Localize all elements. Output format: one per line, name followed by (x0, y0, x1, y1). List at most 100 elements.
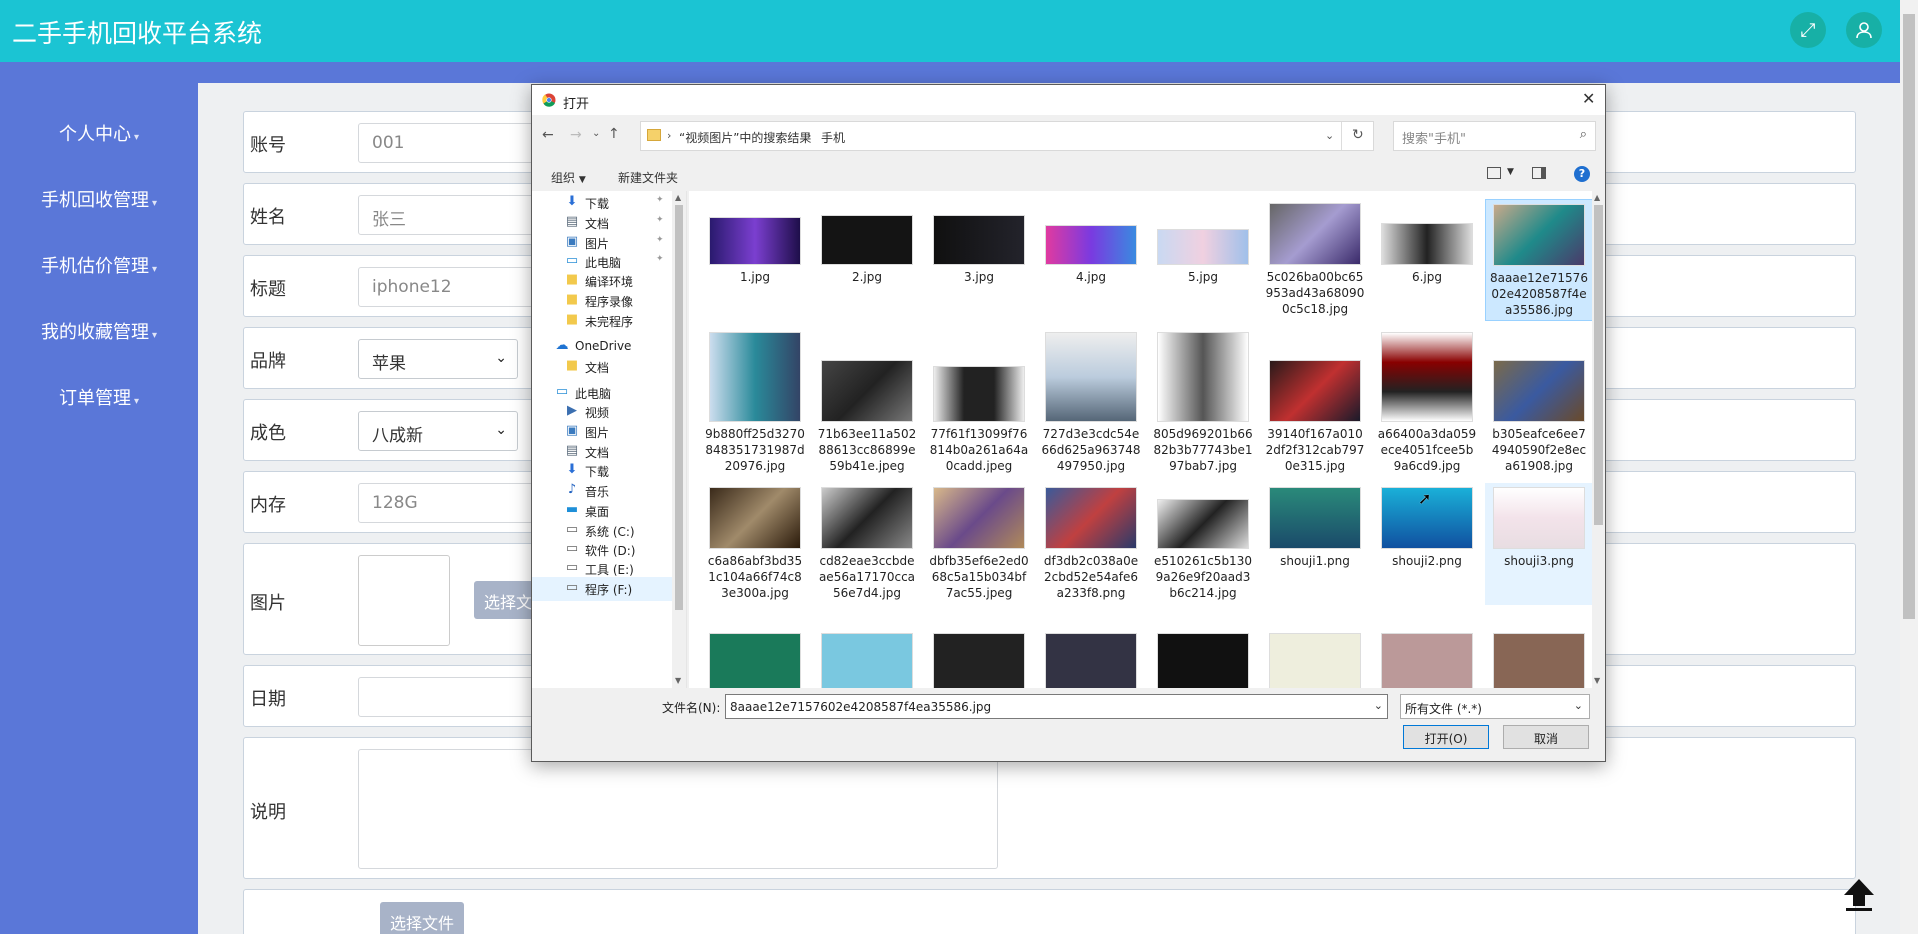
file-item[interactable]: df3db2c038a0e2cbd52e54afe6a233f8.png (1037, 483, 1145, 605)
new-folder-button[interactable]: 新建文件夹 (618, 169, 678, 186)
search-icon: ⌕ (1579, 127, 1587, 142)
help-icon[interactable]: ? (1574, 166, 1590, 182)
back-to-top-icon[interactable] (1840, 876, 1878, 912)
file-item[interactable]: 4.jpg (1037, 199, 1145, 321)
chevron-down-icon: ⌄ (1573, 699, 1583, 712)
forward-arrow-icon[interactable]: → (570, 127, 582, 143)
sidebar-item-phone-valuation[interactable]: 手机估价管理 ▾ (0, 252, 198, 278)
nav-item-label: 文档 (585, 217, 610, 231)
file-item[interactable]: 3.jpg (925, 199, 1033, 321)
file-item[interactable]: shouji3.png (1485, 483, 1592, 605)
page-scrollbar[interactable] (1900, 0, 1918, 934)
file-thumbnail-partial[interactable] (1381, 633, 1473, 688)
file-thumbnail-partial[interactable] (1493, 633, 1585, 688)
filename-input[interactable]: 8aaae12e7157602e4208587f4ea35586.jpg ⌄ (725, 694, 1388, 719)
file-thumbnail (709, 332, 801, 422)
cancel-button[interactable]: 取消 (1503, 725, 1589, 749)
file-thumbnail-partial[interactable] (933, 633, 1025, 688)
choose-file-button[interactable]: 选择文件 (380, 902, 465, 934)
file-item[interactable]: 727d3e3cdc54e66d625a963748497950.jpg (1037, 326, 1145, 476)
file-item[interactable]: 8aaae12e7157602e4208587f4ea35586.jpg (1485, 199, 1592, 321)
file-item[interactable]: 77f61f13099f76814b0a261a64a0cadd.jpeg (925, 326, 1033, 476)
nav-item[interactable]: ▭ 程序 (F:) (532, 577, 686, 601)
file-item[interactable]: 6.jpg (1373, 199, 1481, 321)
nav-item[interactable]: ■ 未完程序 (532, 309, 686, 333)
file-item[interactable]: cd82eae3ccbdeae56a17170cca56e7d4.jpg (813, 483, 921, 605)
file-item[interactable]: 9b880ff25d3270848351731987d20976.jpg (701, 326, 809, 476)
file-item[interactable]: dbfb35ef6e2ed068c5a15b034bf7ac55.jpeg (925, 483, 1033, 605)
breadcrumb-phone[interactable]: 手机 (821, 129, 845, 146)
desktop-icon: ▬ (565, 502, 579, 517)
file-name: shouji3.png (1504, 554, 1574, 568)
file-thumbnail-partial[interactable] (821, 633, 913, 688)
close-icon[interactable]: ✕ (1582, 89, 1595, 108)
sidebar-item-personal-center[interactable]: 个人中心 ▾ (0, 120, 198, 146)
up-arrow-icon[interactable]: ↑ (608, 126, 620, 142)
title-label: 标题 (250, 279, 286, 300)
file-name: b305eafce6ee74940590f2e8eca61908.jpg (1491, 427, 1587, 473)
folder-icon: ■ (565, 292, 579, 307)
name-label: 姓名 (250, 207, 286, 228)
user-avatar-icon (1856, 22, 1872, 39)
nav-item-label: 视频 (585, 406, 610, 420)
preview-pane-icon[interactable] (1532, 167, 1546, 179)
nav-item-label: OneDrive (575, 339, 632, 353)
file-item[interactable]: a66400a3da059ece4051fcee5b9a6cd9.jpg (1373, 326, 1481, 476)
pin-icon[interactable]: ✦ (656, 254, 664, 264)
address-bar-row: ← → ⌄ ↑ › “视频图片”中的搜索结果 › 手机 ⌄ ↻ 搜索"手机" ⌕ (538, 121, 1598, 151)
file-item[interactable]: 2.jpg (813, 199, 921, 321)
file-item[interactable]: 39140f167a0102df2f312cab7970e315.jpg (1261, 326, 1369, 476)
picture-icon: ▣ (565, 234, 579, 249)
page-scrollbar-thumb[interactable] (1903, 14, 1915, 619)
organize-menu[interactable]: 组织 ▼ (551, 169, 586, 186)
back-arrow-icon[interactable]: ← (542, 127, 554, 143)
recent-chevron-icon[interactable]: ⌄ (592, 128, 600, 139)
pin-icon[interactable]: ✦ (656, 235, 664, 245)
view-mode-icon[interactable] (1487, 167, 1501, 179)
sidebar-item-phone-recycle[interactable]: 手机回收管理 ▾ (0, 186, 198, 212)
nav-item[interactable]: ■ 文档 (532, 355, 686, 379)
condition-select[interactable]: 八成新 ⌄ (358, 411, 518, 451)
file-item[interactable]: 5c026ba00bc65953ad43a680900c5c18.jpg (1261, 199, 1369, 321)
pin-icon[interactable]: ✦ (656, 195, 664, 205)
file-item[interactable]: b305eafce6ee74940590f2e8eca61908.jpg (1485, 326, 1592, 476)
file-item[interactable]: 5.jpg (1149, 199, 1257, 321)
file-item[interactable]: c6a86abf3bd351c104a66f74c83e300a.jpg (701, 483, 809, 605)
file-thumbnail-partial[interactable] (1157, 633, 1249, 688)
search-input[interactable]: 搜索"手机" ⌕ (1393, 121, 1596, 151)
caret-down-icon[interactable]: ▼ (1507, 167, 1514, 177)
file-row (243, 889, 1856, 934)
file-item[interactable]: 1.jpg (701, 199, 809, 321)
file-name: shouji2.png (1392, 554, 1462, 568)
file-item[interactable]: 805d969201b6682b3b77743be197bab7.jpg (1149, 326, 1257, 476)
sidebar-item-favorites[interactable]: 我的收藏管理 ▾ (0, 318, 198, 344)
pin-icon[interactable]: ✦ (656, 215, 664, 225)
user-icon[interactable] (1846, 12, 1882, 48)
fullscreen-icon[interactable]: ⤢ (1790, 12, 1826, 48)
chevron-down-icon[interactable]: ⌄ (1325, 129, 1334, 142)
file-thumbnail (933, 215, 1025, 265)
file-scrollbar[interactable]: ▲ ▼ (1592, 191, 1605, 688)
file-name: cd82eae3ccbdeae56a17170cca56e7d4.jpg (818, 554, 916, 600)
scroll-up-icon: ▲ (1594, 193, 1601, 202)
file-item[interactable]: 71b63ee11a50288613cc86899e59b41e.jpeg (813, 326, 921, 476)
file-thumbnail (1493, 487, 1585, 549)
filetype-select[interactable]: 所有文件 (*.*) ⌄ (1400, 694, 1590, 719)
sidebar-item-orders[interactable]: 订单管理 ▾ (0, 384, 198, 410)
open-button[interactable]: 打开(O) (1403, 725, 1489, 749)
nav-scrollbar[interactable]: ▲ ▼ (672, 191, 686, 688)
file-item[interactable]: e510261c5b1309a26e9f20aad3b6c214.jpg (1149, 483, 1257, 605)
file-thumbnail-partial[interactable] (1045, 633, 1137, 688)
file-thumbnail-partial[interactable] (1269, 633, 1361, 688)
file-thumbnail-partial[interactable] (709, 633, 801, 688)
file-thumbnail (1045, 332, 1137, 422)
file-name: 2.jpg (851, 270, 883, 284)
brand-select[interactable]: 苹果 ⌄ (358, 339, 518, 379)
refresh-icon[interactable]: ↻ (1352, 127, 1364, 143)
chevron-down-icon: ⌄ (1373, 699, 1383, 712)
video-icon: ▶ (567, 403, 577, 418)
desc-textarea[interactable] (358, 749, 998, 869)
address-box[interactable]: › “视频图片”中的搜索结果 › 手机 ⌄ ↻ (640, 121, 1374, 151)
file-item[interactable]: shouji1.png (1261, 483, 1369, 605)
breadcrumb-search-results[interactable]: “视频图片”中的搜索结果 (679, 129, 811, 146)
